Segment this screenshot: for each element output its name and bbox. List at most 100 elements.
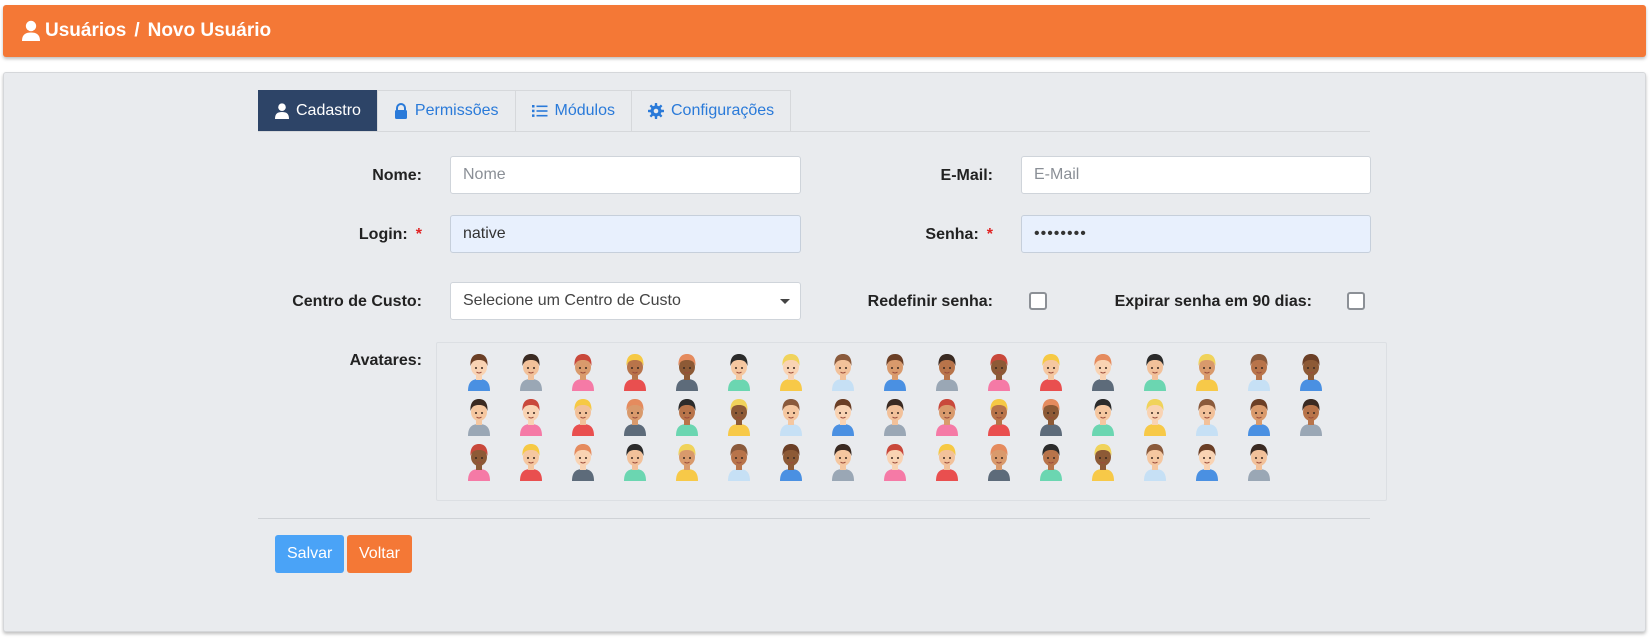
- avatar-option[interactable]: [713, 441, 765, 486]
- avatar-option[interactable]: [921, 396, 973, 441]
- email-input[interactable]: [1021, 156, 1371, 194]
- avatar-icon: [572, 444, 594, 481]
- avatar-option[interactable]: [1285, 396, 1337, 441]
- tab-cadastro[interactable]: Cadastro: [258, 90, 378, 131]
- login-input[interactable]: [450, 215, 801, 253]
- avatar-icon: [520, 444, 542, 481]
- avatar-option[interactable]: [1129, 351, 1181, 396]
- avatar-icon: [468, 399, 490, 436]
- avatar-option[interactable]: [661, 396, 713, 441]
- avatar-option[interactable]: [505, 396, 557, 441]
- avatar-option[interactable]: [609, 396, 661, 441]
- login-label: Login: *: [300, 226, 422, 244]
- avatar-option[interactable]: [817, 441, 869, 486]
- avatar-option[interactable]: [869, 351, 921, 396]
- save-button[interactable]: Salvar: [275, 535, 345, 573]
- avatar-icon: [936, 354, 958, 391]
- avatar-option[interactable]: [817, 351, 869, 396]
- avatar-icon: [1300, 354, 1322, 391]
- avatar-icon: [1300, 399, 1322, 436]
- avatar-option[interactable]: [661, 351, 713, 396]
- avatar-option[interactable]: [921, 441, 973, 486]
- avatar-row: [453, 351, 1386, 396]
- avatar-icon: [884, 444, 906, 481]
- avatar-option[interactable]: [609, 351, 661, 396]
- avatar-option[interactable]: [973, 441, 1025, 486]
- avatar-option[interactable]: [557, 351, 609, 396]
- centro-custo-selected: Selecione um Centro de Custo: [463, 292, 681, 309]
- avatar-option[interactable]: [1233, 396, 1285, 441]
- avatar-option[interactable]: [505, 351, 557, 396]
- breadcrumb-page: Novo Usuário: [147, 20, 272, 41]
- avatar-option[interactable]: [661, 441, 713, 486]
- avatar-option[interactable]: [1233, 351, 1285, 396]
- back-button[interactable]: Voltar: [347, 535, 412, 573]
- tab-bar: Cadastro Permissões Módulos Configuraçõe…: [258, 90, 792, 131]
- centro-custo-select[interactable]: Selecione um Centro de Custo: [450, 282, 801, 320]
- avatar-option[interactable]: [609, 441, 661, 486]
- avatar-option[interactable]: [453, 441, 505, 486]
- avatar-icon: [988, 354, 1010, 391]
- avatar-icon: [1144, 444, 1166, 481]
- avatar-icon: [676, 399, 698, 436]
- avatar-icon: [780, 399, 802, 436]
- avatar-option[interactable]: [765, 441, 817, 486]
- avatar-row: [453, 441, 1386, 486]
- avatar-option[interactable]: [713, 351, 765, 396]
- avatar-icon: [1092, 444, 1114, 481]
- chevron-down-icon: [780, 299, 790, 304]
- avatar-option[interactable]: [1025, 441, 1077, 486]
- avatar-option[interactable]: [973, 396, 1025, 441]
- expirar-senha-label: Expirar senha em 90 dias:: [1114, 293, 1312, 310]
- avatar-option[interactable]: [817, 396, 869, 441]
- avatar-option[interactable]: [973, 351, 1025, 396]
- avatar-option[interactable]: [1077, 441, 1129, 486]
- avatar-option[interactable]: [1129, 396, 1181, 441]
- avatar-option[interactable]: [453, 351, 505, 396]
- avatar-option[interactable]: [765, 351, 817, 396]
- avatar-icon: [572, 399, 594, 436]
- tab-permissoes[interactable]: Permissões: [376, 90, 516, 131]
- avatar-icon: [728, 444, 750, 481]
- senha-label-text: Senha:: [925, 226, 979, 243]
- redefinir-senha-checkbox[interactable]: [1029, 292, 1047, 310]
- avatar-icon: [624, 444, 646, 481]
- required-mark: *: [986, 226, 993, 243]
- avatar-option[interactable]: [765, 396, 817, 441]
- avatar-option[interactable]: [557, 441, 609, 486]
- tab-configuracoes[interactable]: Configurações: [630, 90, 792, 131]
- avatar-icon: [1248, 399, 1270, 436]
- nome-input[interactable]: [450, 156, 801, 194]
- avatar-option[interactable]: [1181, 351, 1233, 396]
- avatar-option[interactable]: [505, 441, 557, 486]
- expirar-senha-checkbox[interactable]: [1347, 292, 1365, 310]
- avatar-icon: [1040, 399, 1062, 436]
- avatar-option[interactable]: [1077, 396, 1129, 441]
- avatar-option[interactable]: [869, 396, 921, 441]
- avatar-option[interactable]: [1025, 351, 1077, 396]
- avatar-option[interactable]: [1285, 351, 1337, 396]
- user-icon: [22, 20, 40, 41]
- avatar-icon: [988, 444, 1010, 481]
- avatar-option[interactable]: [1181, 441, 1233, 486]
- avatar-icon: [624, 399, 646, 436]
- avatar-option[interactable]: [1233, 441, 1285, 486]
- avatar-option[interactable]: [453, 396, 505, 441]
- avatar-option[interactable]: [557, 396, 609, 441]
- breadcrumb-section[interactable]: Usuários: [45, 20, 126, 42]
- avatar-option[interactable]: [1181, 396, 1233, 441]
- avatar-option[interactable]: [1025, 396, 1077, 441]
- avatar-option[interactable]: [1077, 351, 1129, 396]
- email-label: E-Mail:: [940, 167, 993, 184]
- avatar-icon: [936, 444, 958, 481]
- avatar-icon: [1040, 444, 1062, 481]
- avatar-row: [453, 396, 1386, 441]
- avatar-option[interactable]: [1129, 441, 1181, 486]
- avatar-option[interactable]: [921, 351, 973, 396]
- avatar-option[interactable]: [713, 396, 765, 441]
- nome-label: Nome:: [372, 167, 422, 184]
- avatar-icon: [520, 399, 542, 436]
- avatar-option[interactable]: [869, 441, 921, 486]
- senha-input[interactable]: [1021, 215, 1371, 253]
- tab-modulos[interactable]: Módulos: [514, 90, 632, 131]
